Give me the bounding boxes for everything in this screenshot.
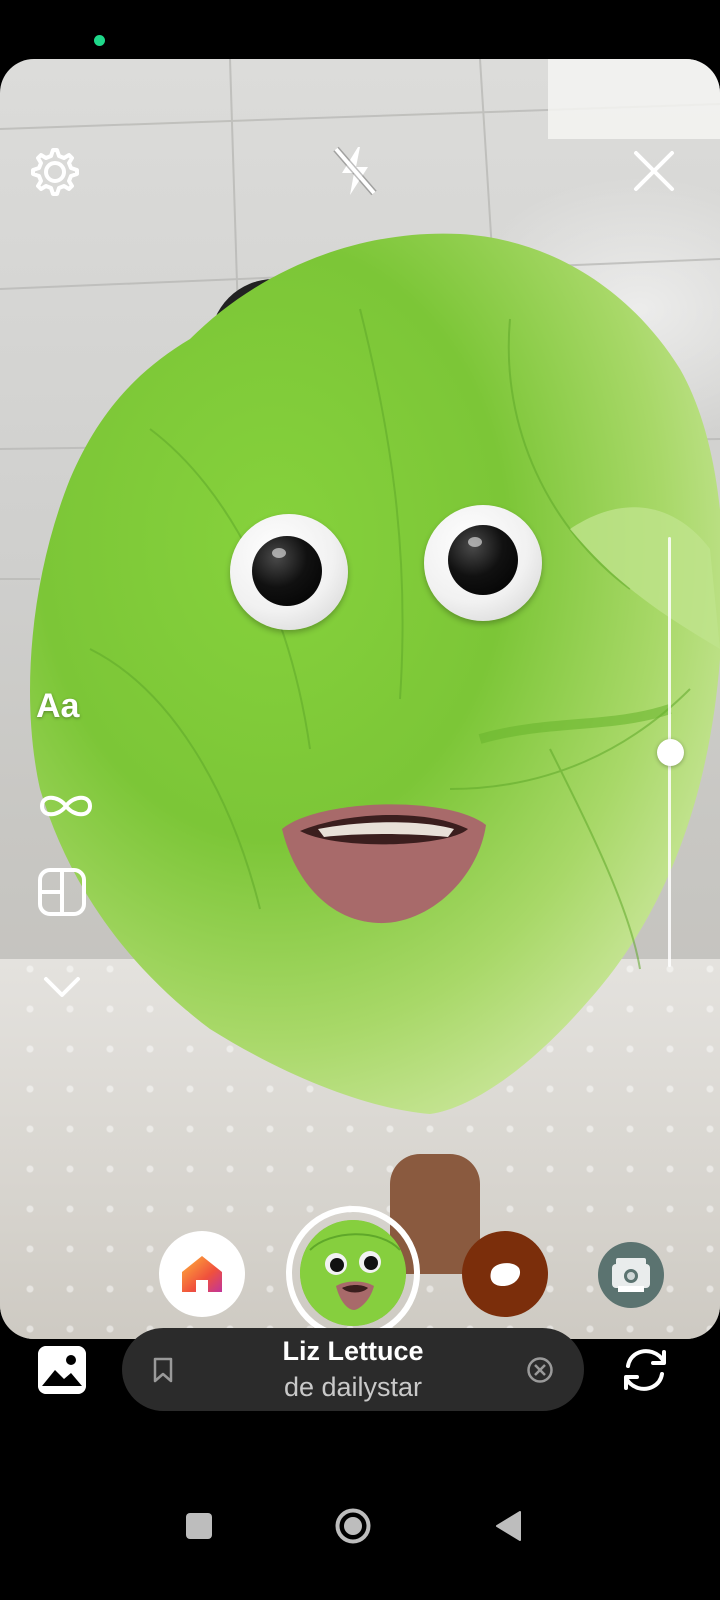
camera-in-use-indicator (94, 35, 105, 46)
nav-back-button[interactable] (494, 1510, 522, 1542)
zoom-slider-knob[interactable] (657, 739, 684, 766)
close-icon[interactable] (632, 149, 676, 193)
donut-icon (490, 1263, 521, 1286)
text-mode-button[interactable]: Aa (36, 687, 96, 737)
effect-name: Liz Lettuce (282, 1336, 424, 1366)
effect-info-pill[interactable]: Liz Lettuce de dailystar (122, 1328, 584, 1411)
googly-eye-right (424, 505, 542, 621)
polaroid-camera-icon (612, 1258, 650, 1292)
flash-off-icon[interactable] (330, 143, 380, 199)
mouth (282, 804, 486, 924)
boomerang-infinity-icon[interactable] (36, 781, 96, 831)
camera-preview[interactable]: Aa (0, 59, 720, 1339)
liz-lettuce-effect-thumbnail (300, 1220, 406, 1326)
flip-camera-icon[interactable] (620, 1346, 670, 1394)
nav-recents-button[interactable] (186, 1513, 212, 1539)
settings-gear-icon[interactable] (30, 147, 80, 197)
polaroid-effect-button[interactable] (598, 1242, 664, 1308)
layout-grid-icon[interactable] (36, 867, 96, 917)
googly-eye-left (230, 514, 348, 630)
home-icon (182, 1256, 222, 1292)
capture-button[interactable] (286, 1206, 420, 1339)
nav-home-button[interactable] (335, 1508, 371, 1544)
effect-home-button[interactable] (159, 1231, 245, 1317)
lettuce-head-filter (30, 233, 720, 1114)
donut-effect-button[interactable] (462, 1231, 548, 1317)
camera-screen: Aa Liz Lettuce de dailystar (0, 0, 720, 1600)
effect-author: de dailystar (283, 1372, 423, 1402)
remove-effect-icon[interactable] (526, 1356, 554, 1384)
gallery-image-icon[interactable] (38, 1346, 86, 1394)
chevron-down-icon[interactable] (36, 965, 96, 1015)
